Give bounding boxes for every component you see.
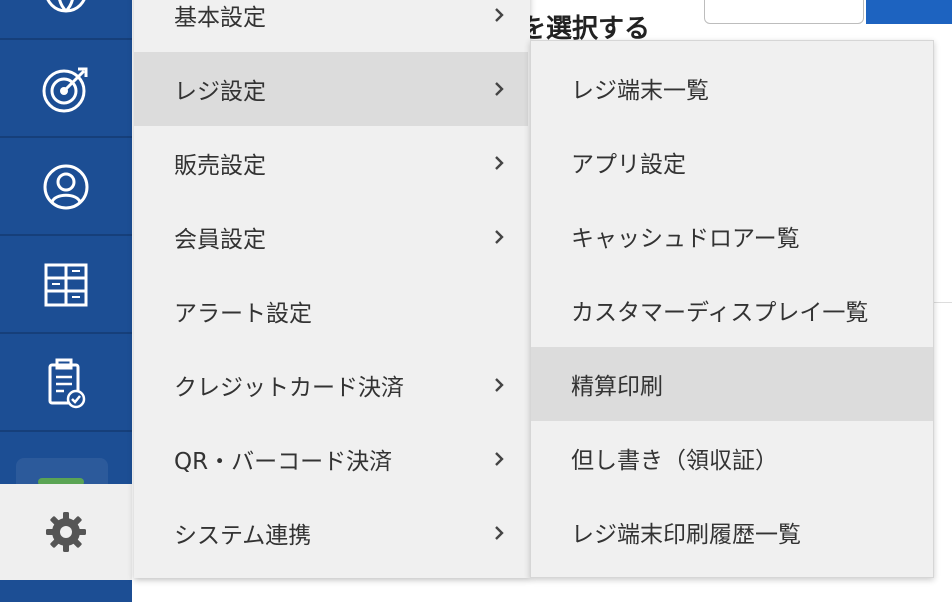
submenu-item-app-settings[interactable]: アプリ設定: [531, 125, 933, 199]
sidebar-item-globe[interactable]: [0, 0, 132, 40]
chevron-right-icon: [495, 378, 504, 392]
menu-item-label: システム連携: [174, 523, 312, 549]
user-icon: [43, 164, 89, 210]
gear-icon: [46, 512, 86, 552]
chevron-right-icon: [495, 452, 504, 466]
menu-item-member-settings[interactable]: 会員設定: [134, 200, 528, 274]
submenu-item-customer-displays[interactable]: カスタマーディスプレイ一覧: [531, 273, 933, 347]
menu-item-system-integration[interactable]: システム連携: [134, 496, 528, 570]
sidebar-item-user[interactable]: [0, 140, 132, 236]
submenu-item-label: アプリ設定: [571, 152, 686, 178]
menu-item-alert-settings[interactable]: アラート設定: [134, 274, 528, 348]
sidebar-item-clipboard[interactable]: [0, 336, 132, 432]
menu-item-basic-settings[interactable]: 基本設定: [134, 0, 528, 52]
sidebar-item-grid[interactable]: [0, 238, 132, 334]
submenu-item-cash-drawers[interactable]: キャッシュドロアー覧: [531, 199, 933, 273]
chevron-right-icon: [495, 82, 504, 96]
chevron-right-icon: [495, 8, 504, 22]
clipboard-check-icon: [48, 358, 86, 409]
chevron-right-icon: [495, 230, 504, 244]
settings-menu: 基本設定 レジ設定 販売設定 会員設定 アラート設定 クレジットカード決済 QR…: [134, 0, 530, 578]
menu-item-label: アラート設定: [174, 301, 312, 327]
search-input[interactable]: [704, 0, 864, 24]
register-settings-submenu: レジ端末一覧 アプリ設定 キャッシュドロアー覧 カスタマーディスプレイ一覧 精算…: [530, 40, 934, 578]
submenu-item-label: キャッシュドロアー覧: [571, 226, 800, 252]
submenu-item-label: 但し書き（領収証）: [571, 448, 778, 474]
menu-item-register-settings[interactable]: レジ設定: [134, 52, 528, 126]
sidebar-item-settings[interactable]: [0, 484, 132, 580]
primary-button[interactable]: [866, 0, 952, 24]
menu-item-label: レジ設定: [174, 79, 266, 105]
submenu-item-label: レジ端末印刷履歴一覧: [571, 522, 801, 548]
grid-icon: [44, 263, 88, 307]
submenu-item-label: レジ端末一覧: [571, 78, 709, 104]
submenu-item-print-history[interactable]: レジ端末印刷履歴一覧: [531, 495, 933, 569]
menu-item-qr-barcode-payment[interactable]: QR・バーコード決済: [134, 422, 528, 496]
sidebar-item-target[interactable]: [0, 42, 132, 138]
submenu-item-settlement-print[interactable]: 精算印刷: [531, 347, 933, 421]
menu-item-label: QR・バーコード決済: [174, 449, 393, 475]
menu-item-label: 販売設定: [174, 153, 266, 179]
globe-icon: [46, 0, 86, 13]
submenu-item-label: カスタマーディスプレイ一覧: [571, 300, 869, 326]
sidebar: [0, 0, 132, 602]
submenu-item-label: 精算印刷: [571, 374, 663, 400]
submenu-item-register-terminals[interactable]: レジ端末一覧: [531, 51, 933, 125]
divider: [934, 302, 952, 303]
menu-item-sales-settings[interactable]: 販売設定: [134, 126, 528, 200]
menu-item-label: クレジットカード決済: [174, 375, 404, 401]
target-icon: [42, 67, 88, 113]
menu-item-label: 基本設定: [174, 5, 266, 31]
submenu-item-receipt-note[interactable]: 但し書き（領収証）: [531, 421, 933, 495]
menu-item-credit-card-payment[interactable]: クレジットカード決済: [134, 348, 528, 422]
chevron-right-icon: [495, 156, 504, 170]
chevron-right-icon: [495, 526, 504, 540]
menu-item-label: 会員設定: [174, 227, 266, 253]
